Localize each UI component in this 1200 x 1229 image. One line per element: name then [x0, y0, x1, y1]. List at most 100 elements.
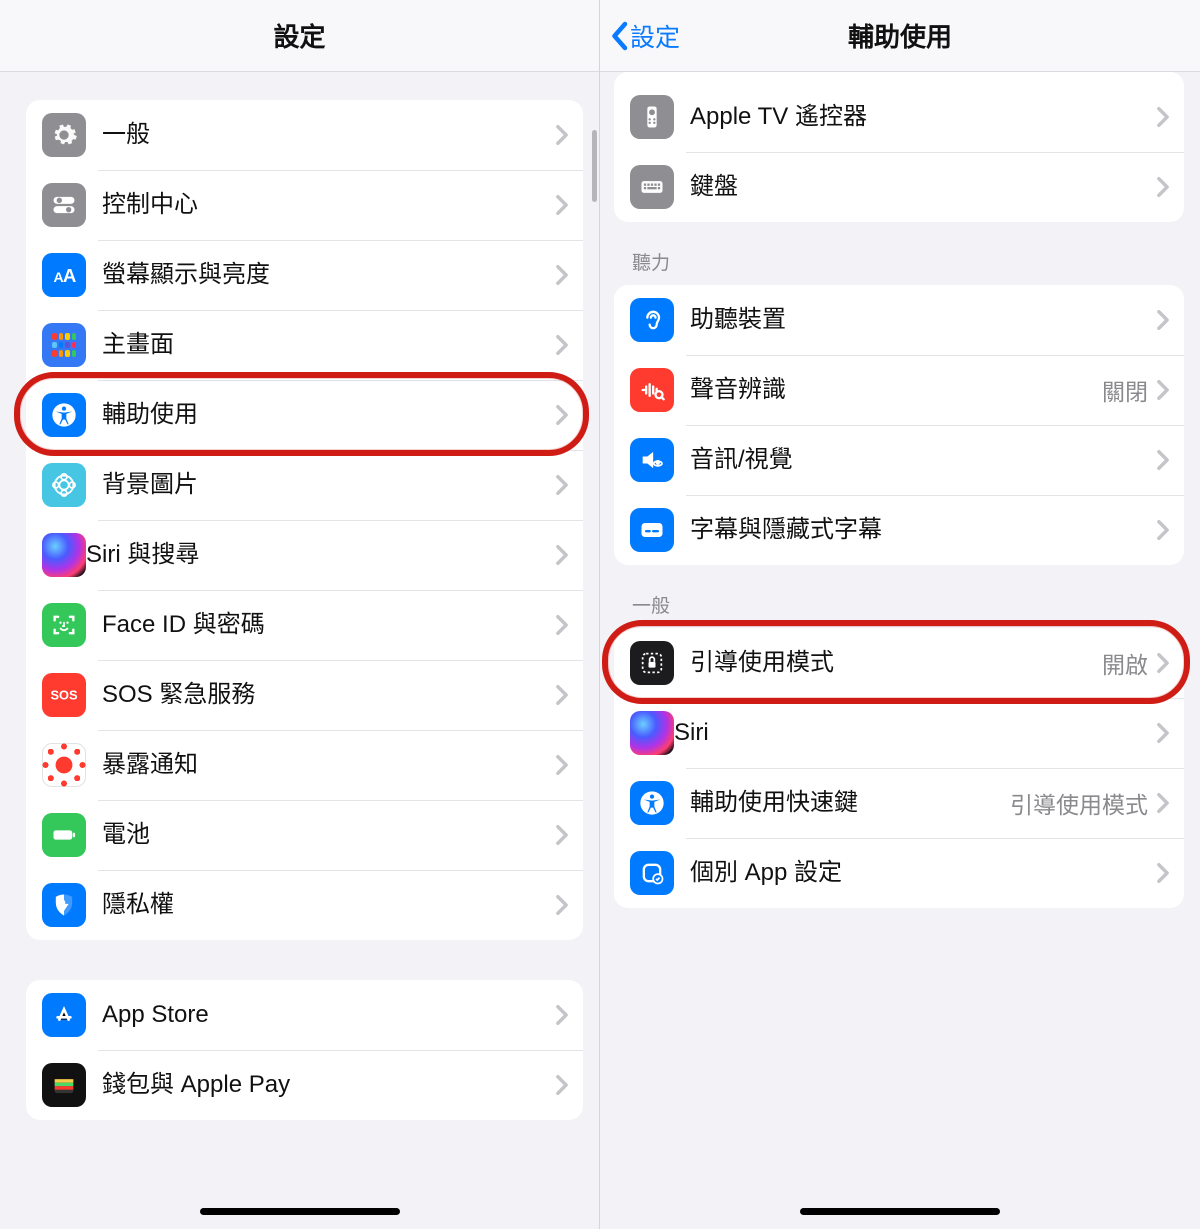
settings-row[interactable]: 個別 App 設定 — [614, 838, 1184, 908]
accessibility-icon — [630, 781, 674, 825]
back-label: 設定 — [630, 18, 680, 54]
hearing-group: 助聽裝置聲音辨識關閉音訊/視覺字幕與隱藏式字幕 — [614, 285, 1184, 565]
row-value: 引導使用模式 — [1010, 786, 1148, 820]
chevron-right-icon — [1156, 309, 1170, 331]
chevron-left-icon — [608, 21, 630, 51]
row-label: SOS 緊急服務 — [102, 680, 555, 710]
chevron-right-icon — [555, 754, 569, 776]
settings-row[interactable]: Siri 與搜尋 — [26, 520, 583, 590]
settings-row[interactable]: 隱私權 — [26, 870, 583, 940]
caption-icon — [630, 508, 674, 552]
settings-row[interactable]: 錢包與 Apple Pay — [26, 1050, 583, 1120]
accessibility-scroll[interactable]: Apple TV 遙控器鍵盤 聽力 助聽裝置聲音辨識關閉音訊/視覺字幕與隱藏式字… — [600, 72, 1200, 1229]
exposure-icon — [42, 743, 86, 787]
settings-row[interactable]: 鍵盤 — [614, 152, 1184, 222]
page-title: 輔助使用 — [600, 17, 1200, 54]
siri-icon — [630, 711, 674, 755]
scrollbar[interactable] — [592, 130, 597, 202]
row-label: 引導使用模式 — [690, 648, 1102, 678]
navbar-right: 設定 輔助使用 — [600, 0, 1200, 72]
settings-row[interactable]: 主畫面 — [26, 310, 583, 380]
sos-icon: SOS — [42, 673, 86, 717]
row-label: 鍵盤 — [690, 172, 1156, 202]
settings-row[interactable]: AA 螢幕顯示與亮度 — [26, 240, 583, 310]
row-label: 輔助使用快速鍵 — [690, 788, 1010, 818]
back-button[interactable]: 設定 — [608, 18, 680, 54]
chevron-right-icon — [555, 404, 569, 426]
chevron-right-icon — [1156, 722, 1170, 744]
navbar-left: 設定 — [0, 0, 599, 72]
ear-icon — [630, 298, 674, 342]
home-indicator[interactable] — [800, 1208, 1000, 1215]
settings-row[interactable]: 字幕與隱藏式字幕 — [614, 495, 1184, 565]
audio-icon — [630, 438, 674, 482]
text-size-icon: AA — [42, 253, 86, 297]
settings-root-pane: 設定 一般控制中心 AA 螢幕顯示與亮度主畫面輔助使用背景圖片 Siri 與搜尋 Fac… — [0, 0, 600, 1229]
siri-icon — [42, 533, 86, 577]
accessibility-pane: 設定 輔助使用 Apple TV 遙控器鍵盤 聽力 助聽裝置聲音辨識關閉音訊/視… — [600, 0, 1200, 1229]
settings-row[interactable]: 音訊/視覺 — [614, 425, 1184, 495]
settings-row[interactable]: 電池 — [26, 800, 583, 870]
row-label: 電池 — [102, 820, 555, 850]
settings-row[interactable]: 一般 — [26, 100, 583, 170]
settings-row[interactable]: 引導使用模式開啟 — [614, 628, 1184, 698]
wallet-icon — [42, 1063, 86, 1107]
chevron-right-icon — [555, 334, 569, 356]
settings-row[interactable]: 背景圖片 — [26, 450, 583, 520]
faceid-icon — [42, 603, 86, 647]
chevron-right-icon — [555, 1074, 569, 1096]
settings-group-main: 一般控制中心 AA 螢幕顯示與亮度主畫面輔助使用背景圖片 Siri 與搜尋 Face I… — [26, 100, 583, 940]
settings-row[interactable]: App Store — [26, 980, 583, 1050]
settings-row[interactable]: Siri — [614, 698, 1184, 768]
row-label: 隱私權 — [102, 890, 555, 920]
home-grid-icon — [42, 323, 86, 367]
row-label: 錢包與 Apple Pay — [102, 1070, 555, 1100]
keyboard-icon — [630, 165, 674, 209]
settings-row[interactable]: 輔助使用 — [26, 380, 583, 450]
page-title: 設定 — [0, 17, 599, 54]
settings-row[interactable]: 控制中心 — [26, 170, 583, 240]
row-label: 一般 — [102, 120, 555, 150]
row-label: 控制中心 — [102, 190, 555, 220]
remote-icon — [630, 95, 674, 139]
row-label: 暴露通知 — [102, 750, 555, 780]
row-label: 個別 App 設定 — [690, 858, 1156, 888]
row-label: 聲音辨識 — [690, 375, 1102, 405]
row-label: 助聽裝置 — [690, 305, 1156, 335]
settings-row[interactable]: 暴露通知 — [26, 730, 583, 800]
chevron-right-icon — [555, 474, 569, 496]
chevron-right-icon — [555, 544, 569, 566]
toggles-icon — [42, 183, 86, 227]
settings-scroll[interactable]: 一般控制中心 AA 螢幕顯示與亮度主畫面輔助使用背景圖片 Siri 與搜尋 Face I… — [0, 72, 599, 1229]
row-label: Apple TV 遙控器 — [690, 102, 1156, 132]
accessibility-icon — [42, 393, 86, 437]
settings-row[interactable]: 輔助使用快速鍵引導使用模式 — [614, 768, 1184, 838]
top-partial-group: Apple TV 遙控器鍵盤 — [614, 72, 1184, 222]
partial-row-peek — [614, 72, 1184, 82]
chevron-right-icon — [555, 894, 569, 916]
row-label: 輔助使用 — [102, 400, 555, 430]
general-group: 引導使用模式開啟Siri輔助使用快速鍵引導使用模式個別 App 設定 — [614, 628, 1184, 908]
chevron-right-icon — [555, 264, 569, 286]
settings-row[interactable]: SOS SOS 緊急服務 — [26, 660, 583, 730]
chevron-right-icon — [1156, 862, 1170, 884]
settings-group-store: App Store 錢包與 Apple Pay — [26, 980, 583, 1120]
home-indicator[interactable] — [200, 1208, 400, 1215]
wallpaper-icon — [42, 463, 86, 507]
row-label: App Store — [102, 1000, 555, 1030]
settings-row[interactable]: 助聽裝置 — [614, 285, 1184, 355]
soundrec-icon — [630, 368, 674, 412]
row-label: Siri 與搜尋 — [86, 540, 555, 570]
settings-row[interactable]: Apple TV 遙控器 — [614, 82, 1184, 152]
privacy-icon — [42, 883, 86, 927]
appstore-icon — [42, 993, 86, 1037]
row-label: 螢幕顯示與亮度 — [102, 260, 555, 290]
chevron-right-icon — [1156, 792, 1170, 814]
settings-row[interactable]: Face ID 與密碼 — [26, 590, 583, 660]
gear-icon — [42, 113, 86, 157]
row-label: 字幕與隱藏式字幕 — [690, 515, 1156, 545]
chevron-right-icon — [555, 1004, 569, 1026]
settings-row[interactable]: 聲音辨識關閉 — [614, 355, 1184, 425]
chevron-right-icon — [555, 824, 569, 846]
chevron-right-icon — [555, 124, 569, 146]
